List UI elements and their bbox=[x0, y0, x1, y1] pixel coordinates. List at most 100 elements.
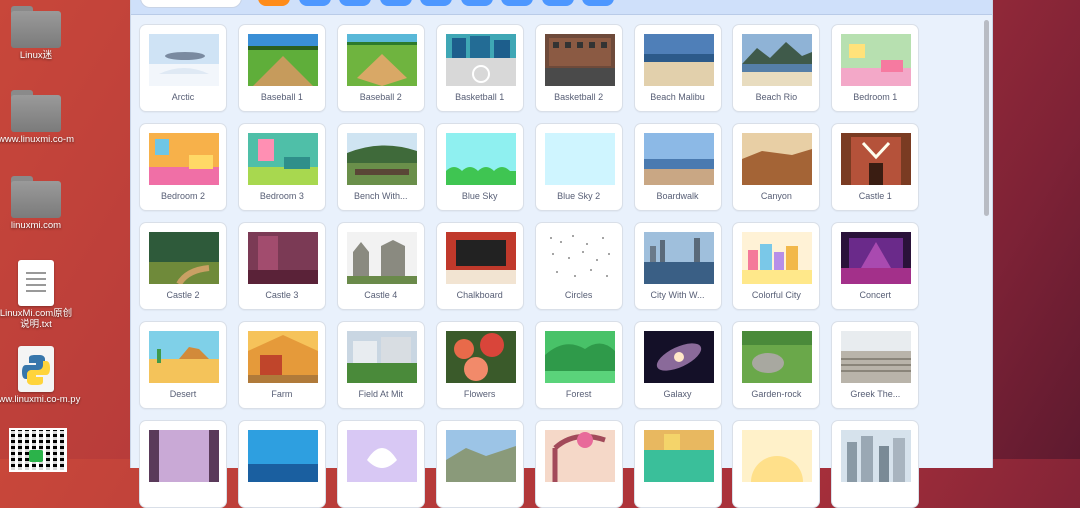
desktop-icon-linuxmi-com-folder[interactable]: linuxmi.com bbox=[0, 176, 86, 231]
category-tab-1[interactable] bbox=[298, 0, 331, 6]
backdrop-tile[interactable]: Castle 3 bbox=[237, 222, 326, 310]
category-tab-7[interactable] bbox=[541, 0, 574, 6]
backdrop-tile[interactable]: Boardwalk bbox=[633, 123, 722, 211]
backdrop-tile[interactable]: Beach Malibu bbox=[633, 24, 722, 112]
backdrop-tile[interactable]: Baseball 2 bbox=[336, 24, 425, 112]
backdrop-tile[interactable]: Blue Sky bbox=[435, 123, 524, 211]
category-tab-8[interactable] bbox=[582, 0, 614, 6]
backdrop-tile[interactable]: Bedroom 2 bbox=[139, 123, 227, 211]
backdrop-name: Bedroom 3 bbox=[259, 191, 304, 201]
backdrop-tile[interactable]: Beach Rio bbox=[732, 24, 821, 112]
search-input[interactable] bbox=[140, 0, 242, 8]
backdrop-name: Basketball 2 bbox=[554, 92, 604, 102]
backdrop-name: Beach Malibu bbox=[650, 92, 705, 102]
folder-icon bbox=[11, 176, 61, 218]
backdrop-thumbnail bbox=[742, 331, 813, 383]
backdrop-tile[interactable]: Chalkboard bbox=[435, 222, 524, 310]
backdrop-thumbnail bbox=[346, 133, 417, 185]
backdrop-tile[interactable] bbox=[732, 420, 821, 508]
backdrop-thumbnail bbox=[841, 331, 912, 383]
folder-icon bbox=[11, 90, 61, 132]
backdrop-tile[interactable]: Farm bbox=[237, 321, 326, 409]
category-tab-5[interactable] bbox=[460, 0, 493, 6]
backdrop-name: Castle 4 bbox=[364, 290, 398, 300]
backdrop-name: Bedroom 1 bbox=[853, 92, 898, 102]
backdrop-tile[interactable]: Bench With... bbox=[336, 123, 425, 211]
category-tab-6[interactable] bbox=[501, 0, 533, 6]
backdrop-name: Blue Sky bbox=[461, 191, 498, 201]
backdrop-tile[interactable]: Greek The... bbox=[831, 321, 920, 409]
qr-code-image bbox=[9, 428, 67, 472]
backdrop-name: Blue Sky 2 bbox=[557, 191, 601, 201]
category-tab-2[interactable] bbox=[339, 0, 371, 6]
backdrop-name: Circles bbox=[564, 290, 593, 300]
backdrop-thumbnail bbox=[149, 232, 219, 284]
backdrop-thumbnail bbox=[149, 34, 219, 86]
backdrop-thumbnail bbox=[445, 331, 516, 383]
backdrop-tile[interactable] bbox=[237, 420, 326, 508]
backdrop-tile[interactable]: Castle 2 bbox=[139, 222, 227, 310]
backdrop-tile[interactable] bbox=[139, 420, 227, 508]
backdrop-tile[interactable] bbox=[534, 420, 623, 508]
backdrop-tile[interactable]: Forest bbox=[534, 321, 623, 409]
category-tab-3[interactable] bbox=[379, 0, 412, 6]
backdrop-thumbnail bbox=[544, 133, 615, 185]
backdrop-tile[interactable]: Castle 1 bbox=[831, 123, 920, 211]
vertical-scrollbar[interactable] bbox=[984, 20, 989, 216]
backdrop-tile[interactable] bbox=[831, 420, 920, 508]
backdrop-name: Bench With... bbox=[354, 191, 408, 201]
backdrop-tile[interactable] bbox=[435, 420, 524, 508]
desktop-icon-py-file[interactable]: www.linuxmi.co-m.py bbox=[0, 346, 86, 405]
backdrop-thumbnail bbox=[247, 133, 318, 185]
backdrop-tile[interactable]: Circles bbox=[534, 222, 623, 310]
backdrop-tile[interactable]: Bedroom 1 bbox=[831, 24, 920, 112]
backdrop-thumbnail bbox=[247, 232, 318, 284]
backdrop-tile[interactable]: Concert bbox=[831, 222, 920, 310]
backdrop-tile[interactable]: Bedroom 3 bbox=[237, 123, 326, 211]
category-tab-4[interactable] bbox=[420, 0, 452, 6]
backdrop-name: Castle 3 bbox=[265, 290, 299, 300]
backdrop-name: Concert bbox=[859, 290, 892, 300]
backdrop-tile[interactable]: City With W... bbox=[633, 222, 722, 310]
desktop-icon-www-folder[interactable]: www.linuxmi.co-m bbox=[0, 90, 86, 145]
backdrop-tile[interactable]: Basketball 2 bbox=[534, 24, 623, 112]
backdrop-tile[interactable] bbox=[336, 420, 425, 508]
backdrop-tile[interactable]: Field At Mit bbox=[336, 321, 425, 409]
desktop-icon-label: LinuxMi.com原创说明.txt bbox=[0, 308, 73, 330]
backdrop-tile[interactable]: Flowers bbox=[435, 321, 524, 409]
category-tab-0[interactable] bbox=[258, 0, 290, 6]
desktop-icon-linuxmi-folder[interactable]: Linux迷 bbox=[0, 6, 86, 61]
backdrop-thumbnail bbox=[544, 34, 615, 86]
backdrop-tile[interactable]: Baseball 1 bbox=[237, 24, 326, 112]
backdrop-thumbnail bbox=[742, 430, 813, 482]
folder-icon bbox=[11, 6, 61, 48]
backdrop-tile[interactable]: Basketball 1 bbox=[435, 24, 524, 112]
backdrop-name: Flowers bbox=[463, 389, 496, 399]
backdrop-thumbnail bbox=[445, 133, 516, 185]
backdrop-tile[interactable]: Castle 4 bbox=[336, 222, 425, 310]
backdrop-name: Canyon bbox=[760, 191, 792, 201]
desktop-icon-txt-file[interactable]: LinuxMi.com原创说明.txt bbox=[0, 260, 86, 330]
backdrop-name: Chalkboard bbox=[456, 290, 503, 300]
backdrop-tile[interactable] bbox=[633, 420, 722, 508]
backdrop-library-window: Arctic Baseball 1 Baseball 2 Basketball 1 Ba… bbox=[130, 0, 993, 508]
backdrop-tile[interactable]: Canyon bbox=[732, 123, 821, 211]
backdrop-name: Basketball 1 bbox=[455, 92, 505, 102]
backdrop-tile[interactable]: Desert bbox=[139, 321, 227, 409]
backdrop-tile[interactable]: Galaxy bbox=[633, 321, 722, 409]
backdrop-name: Boardwalk bbox=[656, 191, 699, 201]
desktop-icon-label: linuxmi.com bbox=[10, 220, 62, 231]
backdrop-thumbnail bbox=[841, 34, 912, 86]
backdrop-tile[interactable]: Blue Sky 2 bbox=[534, 123, 623, 211]
backdrop-thumbnail bbox=[149, 133, 219, 185]
backdrop-thumbnail bbox=[643, 133, 714, 185]
backdrop-name: Greek The... bbox=[850, 389, 901, 399]
backdrop-tile[interactable]: Colorful City bbox=[732, 222, 821, 310]
backdrop-name: Colorful City bbox=[751, 290, 801, 300]
backdrop-thumbnail bbox=[643, 232, 714, 284]
backdrop-thumbnail bbox=[445, 34, 516, 86]
backdrop-tile[interactable]: Garden-rock bbox=[732, 321, 821, 409]
desktop-icon-label: www.linuxmi.co-m.py bbox=[0, 394, 81, 405]
backdrop-tile[interactable]: Arctic bbox=[139, 24, 227, 112]
backdrop-thumbnail bbox=[149, 430, 219, 482]
